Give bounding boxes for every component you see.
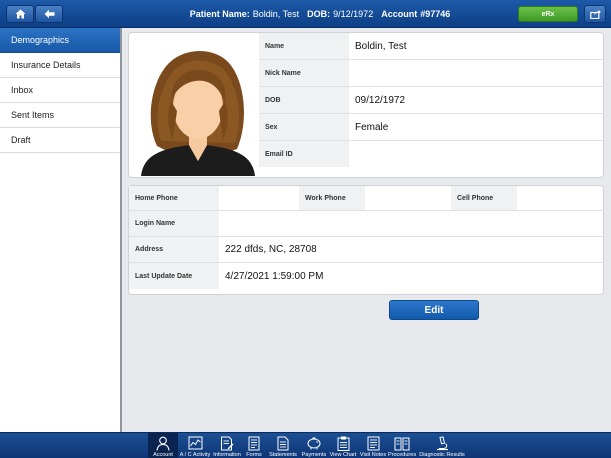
home-phone-label: Home Phone bbox=[129, 186, 219, 210]
statement-icon bbox=[277, 436, 289, 450]
toolbar-label-information: Information bbox=[213, 452, 241, 458]
person-icon bbox=[156, 436, 170, 451]
female-avatar-icon bbox=[137, 41, 259, 176]
nav-item-demographics[interactable]: Demographics bbox=[0, 28, 120, 53]
toolbar-label-ac-activity: A / C Activity bbox=[179, 452, 211, 458]
cell-phone-label: Cell Phone bbox=[451, 186, 517, 210]
toolbar-label-statements: Statements bbox=[269, 452, 297, 458]
back-button[interactable] bbox=[35, 5, 63, 23]
toolbar-label-account: Account bbox=[153, 452, 173, 458]
home-button[interactable] bbox=[6, 5, 34, 23]
toolbar-visit-notes[interactable]: Visit Notes bbox=[358, 433, 388, 458]
procedures-icon bbox=[394, 437, 410, 450]
dob-value: 09/12/1972 bbox=[355, 94, 406, 106]
email-value bbox=[349, 141, 604, 167]
toolbar-statements[interactable]: Statements bbox=[266, 433, 300, 458]
back-arrow-icon bbox=[44, 9, 54, 19]
home-phone-value bbox=[219, 186, 299, 210]
edit-button[interactable]: Edit bbox=[389, 300, 479, 320]
patient-name-value: Boldin, Test bbox=[252, 9, 300, 19]
toolbar-information[interactable]: Information bbox=[212, 433, 242, 458]
nick-name-label: Nick Name bbox=[259, 60, 349, 86]
piggy-bank-icon bbox=[307, 437, 321, 450]
chart-icon bbox=[188, 436, 202, 450]
last-update-label: Last Update Date bbox=[129, 263, 219, 289]
toolbar-label-procedures: Procedures bbox=[387, 452, 417, 458]
address-value: 222 dfds, NC, 28708 bbox=[225, 244, 317, 255]
nick-name-value bbox=[349, 60, 604, 86]
home-icon bbox=[15, 9, 25, 19]
address-label: Address bbox=[129, 237, 219, 262]
last-update-value: 4/27/2021 1:59:00 PM bbox=[225, 270, 324, 282]
nav-item-sent-items[interactable]: Sent Items bbox=[0, 103, 120, 128]
forms-icon bbox=[248, 436, 260, 450]
sex-label: Sex bbox=[259, 114, 349, 140]
toolbar-ac-activity[interactable]: A / C Activity bbox=[178, 433, 212, 458]
nav-item-draft[interactable]: Draft bbox=[0, 128, 120, 153]
bottom-toolbar: Account A / C Activity Information Forms… bbox=[0, 432, 611, 458]
login-name-label: Login Name bbox=[129, 211, 219, 236]
dob-header-value: 9/12/1972 bbox=[333, 9, 374, 19]
nav-item-inbox[interactable]: Inbox bbox=[0, 78, 120, 103]
toolbar-forms[interactable]: Forms bbox=[242, 433, 266, 458]
patient-avatar bbox=[137, 41, 259, 176]
account-value: #97746 bbox=[420, 9, 451, 19]
contact-card: Home Phone Work Phone Cell Phone Login N… bbox=[128, 185, 604, 295]
toolbar-label-view-chart: View Chart bbox=[329, 452, 357, 458]
dob-label: DOB bbox=[259, 87, 349, 113]
toolbar-label-visit-notes: Visit Notes bbox=[359, 452, 387, 458]
erx-button[interactable]: eRx bbox=[518, 6, 578, 22]
share-icon bbox=[589, 9, 601, 19]
toolbar-payments[interactable]: Payments bbox=[300, 433, 328, 458]
left-sidebar: Demographics Insurance Details Inbox Sen… bbox=[0, 28, 122, 432]
toolbar-label-payments: Payments bbox=[301, 452, 327, 458]
toolbar-diagnostic-results[interactable]: Diagnostic Results bbox=[416, 433, 468, 458]
top-header: Patient Name: Boldin, Test DOB: 9/12/197… bbox=[0, 0, 611, 28]
share-button[interactable] bbox=[584, 5, 606, 23]
name-value: Boldin, Test bbox=[355, 40, 407, 52]
profile-card: Name Boldin, Test Nick Name DOB 09/12/19… bbox=[128, 32, 604, 178]
patient-name-label: Patient Name: bbox=[189, 9, 250, 19]
work-phone-value bbox=[365, 186, 451, 210]
toolbar-label-forms: Forms bbox=[246, 452, 262, 458]
nav-item-insurance-details[interactable]: Insurance Details bbox=[0, 53, 120, 78]
toolbar-view-chart[interactable]: View Chart bbox=[328, 433, 358, 458]
login-name-value bbox=[219, 211, 604, 236]
account-label: Account bbox=[381, 9, 418, 19]
sex-value: Female bbox=[355, 121, 389, 133]
main-content: Name Boldin, Test Nick Name DOB 09/12/19… bbox=[122, 28, 611, 432]
notes-icon bbox=[367, 436, 379, 450]
clipboard-icon bbox=[337, 436, 349, 451]
document-edit-icon bbox=[221, 436, 234, 450]
dob-header-label: DOB: bbox=[307, 9, 331, 19]
name-label: Name bbox=[259, 33, 349, 59]
toolbar-label-diagnostic-results: Diagnostic Results bbox=[419, 452, 465, 458]
toolbar-procedures[interactable]: Procedures bbox=[388, 433, 416, 458]
toolbar-account[interactable]: Account bbox=[148, 433, 178, 458]
patient-info-title: Patient Name: Boldin, Test DOB: 9/12/197… bbox=[150, 0, 490, 28]
microscope-icon bbox=[437, 435, 448, 450]
email-label: Email ID bbox=[259, 141, 349, 167]
cell-phone-value bbox=[517, 186, 604, 210]
work-phone-label: Work Phone bbox=[299, 186, 365, 210]
